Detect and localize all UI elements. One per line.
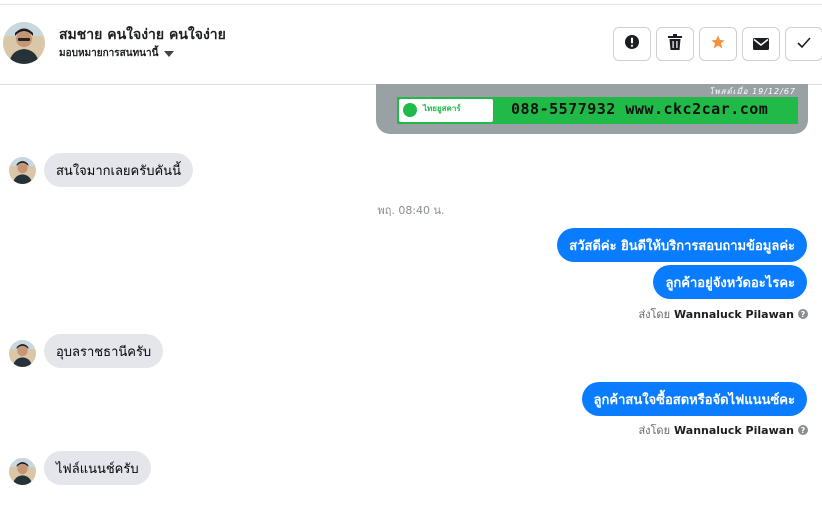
- avatar[interactable]: [9, 458, 36, 485]
- logo-mark-icon: [403, 103, 417, 117]
- dealer-logo: ไทยยูสคาร์: [399, 99, 493, 122]
- image-contact-strip: ไทยยูสคาร์ 088-5577932 www.ckc2car.com: [397, 97, 798, 124]
- mark-spam-button[interactable]: [613, 27, 651, 61]
- sent-by-label: ส่งโดย Wannaluck Pilawan ?: [638, 421, 808, 439]
- assign-label: มอบหมายการสนทนานี้: [59, 48, 159, 59]
- timestamp-separator: พฤ. 08:40 น.: [377, 204, 445, 217]
- sent-by-agent: Wannaluck Pilawan: [674, 307, 794, 321]
- header-actions: [613, 27, 822, 61]
- contact-avatar[interactable]: [3, 22, 45, 64]
- sent-by-agent: Wannaluck Pilawan: [674, 423, 794, 437]
- sent-by-prefix: ส่งโดย: [638, 424, 671, 437]
- outgoing-message[interactable]: ลูกค้าอยู่จังหวัดอะไรคะ: [653, 265, 807, 299]
- question-icon[interactable]: ?: [798, 309, 808, 319]
- image-contact-text: 088-5577932 www.ckc2car.com: [511, 100, 769, 118]
- check-icon: [796, 35, 812, 54]
- logo-text: ไทยยูสคาร์: [423, 104, 461, 113]
- outgoing-message[interactable]: ลูกค้าสนใจซื้อสดหรือจัดไฟแนนซ์คะ: [581, 382, 807, 416]
- contact-name[interactable]: สมชาย คนใจง่าย คนใจง่าย: [59, 24, 226, 46]
- incoming-message[interactable]: อุบลราชธานีครับ: [44, 334, 164, 368]
- star-button[interactable]: [699, 27, 737, 61]
- trash-icon: [668, 34, 682, 54]
- conversation-header: สมชาย คนใจง่าย คนใจง่าย มอบหมายการสนทนาน…: [0, 0, 822, 85]
- shared-image[interactable]: โพสต์เมื่อ 19/12/67 ไทยยูสคาร์ 088-55779…: [376, 84, 808, 134]
- star-icon: [710, 34, 726, 54]
- avatar[interactable]: [9, 340, 36, 367]
- chevron-down-icon: [164, 50, 175, 57]
- envelope-icon: [753, 35, 769, 54]
- avatar[interactable]: [9, 157, 36, 184]
- sent-by-label: ส่งโดย Wannaluck Pilawan ?: [638, 305, 808, 323]
- incoming-message[interactable]: ไฟล์แนนช์ครับ: [44, 451, 151, 485]
- question-icon[interactable]: ?: [798, 425, 808, 435]
- sent-by-prefix: ส่งโดย: [638, 308, 671, 321]
- divider: [0, 4, 822, 5]
- outgoing-message[interactable]: สวัสดีค่ะ ยินดีให้บริการสอบถามข้อมูลค่ะ: [557, 228, 807, 262]
- assign-conversation-dropdown[interactable]: มอบหมายการสนทนานี้: [59, 46, 175, 61]
- incoming-message[interactable]: สนใจมากเลยครับคันนี้: [44, 153, 193, 187]
- mark-unread-button[interactable]: [742, 27, 780, 61]
- mark-done-button[interactable]: [785, 27, 822, 61]
- delete-button[interactable]: [656, 27, 694, 61]
- alert-icon: [624, 34, 640, 54]
